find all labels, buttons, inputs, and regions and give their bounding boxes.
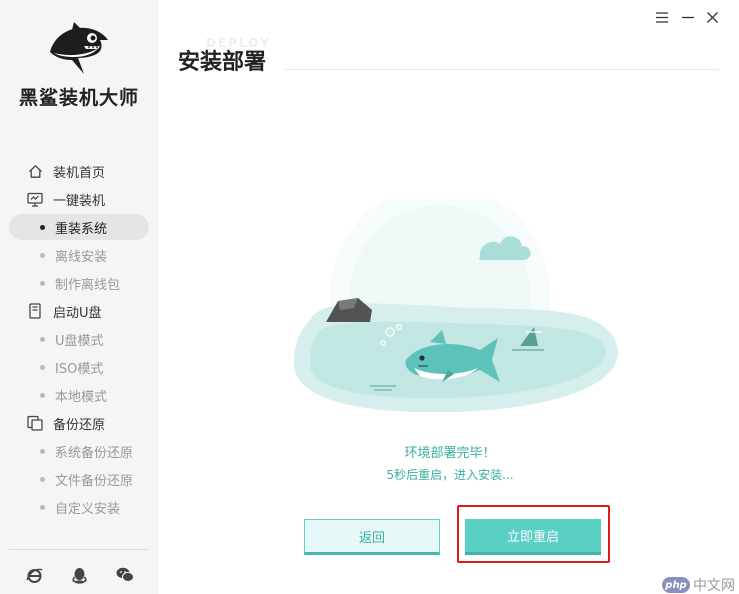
wechat-icon[interactable] [116, 566, 134, 584]
sidebar-item-label: 离线安装 [55, 249, 108, 265]
sidebar-item-label: 文件备份还原 [55, 473, 134, 489]
sidebar-item-label: ISO模式 [55, 361, 104, 377]
sidebar-subitem-sys-backup[interactable]: 系统备份还原 [9, 438, 149, 464]
bullet-icon [40, 476, 45, 482]
bullet-icon [40, 364, 45, 370]
sidebar-subitem-usb-mode[interactable]: U盘模式 [9, 326, 149, 352]
sidebar-item-backup-restore[interactable]: 备份还原 [9, 410, 149, 436]
backup-icon [27, 415, 43, 431]
bullet-icon [40, 252, 45, 258]
sidebar-item-label: 重装系统 [55, 221, 108, 237]
sidebar-item-label: 一键装机 [53, 193, 106, 209]
php-badge: php [662, 577, 690, 593]
sidebar-subitem-local-mode[interactable]: 本地模式 [9, 382, 149, 408]
sidebar-item-label: 启动U盘 [53, 305, 102, 321]
monitor-icon [27, 191, 43, 207]
sidebar-item-label: 制作离线包 [55, 277, 121, 293]
sidebar-subitem-iso-mode[interactable]: ISO模式 [9, 354, 149, 380]
status-message: 环境部署完毕！ [404, 446, 496, 461]
page-title: 安装部署 [178, 50, 267, 75]
sidebar-item-label: U盘模式 [55, 333, 104, 349]
bullet-icon [40, 280, 45, 286]
home-icon [27, 163, 43, 179]
sidebar-item-label: 自定义安装 [55, 501, 121, 517]
sidebar: 黑鲨装机大师 装机首页 一键装机 重装系统 离线安装 制作离线包 启动U盘 U盘… [0, 0, 158, 594]
bullet-icon [40, 504, 45, 510]
sidebar-item-home[interactable]: 装机首页 [9, 158, 149, 184]
countdown-message: 5秒后重启，进入安装... [386, 468, 514, 482]
watermark-text: 中文网 [693, 578, 735, 594]
ie-browser-icon[interactable] [25, 566, 43, 584]
bullet-icon [40, 392, 45, 398]
black-shark-logo [50, 22, 108, 75]
bullet-icon [40, 224, 45, 230]
minimize-icon[interactable] [681, 10, 695, 24]
sidebar-item-label: 本地模式 [55, 389, 108, 405]
sidebar-item-boot-usb[interactable]: 启动U盘 [9, 298, 149, 324]
usb-drive-icon [27, 303, 43, 319]
site-watermark: php 中文网 [662, 575, 735, 594]
sidebar-item-label: 系统备份还原 [55, 445, 134, 461]
sidebar-subitem-file-backup[interactable]: 文件备份还原 [9, 466, 149, 492]
close-icon[interactable] [705, 10, 719, 24]
bullet-icon [40, 336, 45, 342]
brand-name: 黑鲨装机大师 [18, 87, 139, 109]
sidebar-item-label: 装机首页 [53, 165, 106, 181]
sidebar-divider [9, 549, 149, 550]
reboot-now-button[interactable]: 立即重启 [465, 519, 601, 555]
sidebar-item-one-click[interactable]: 一键装机 [9, 186, 149, 212]
back-button[interactable]: 返回 [304, 519, 440, 555]
sidebar-subitem-custom-install[interactable]: 自定义安装 [9, 494, 149, 520]
sidebar-item-label: 备份还原 [53, 417, 106, 433]
bullet-icon [40, 448, 45, 454]
menu-icon[interactable] [655, 10, 669, 24]
sidebar-subitem-offline-install[interactable]: 离线安装 [9, 242, 149, 268]
shark-illustration [293, 200, 619, 413]
sidebar-subitem-reinstall[interactable]: 重装系统 [9, 214, 149, 240]
title-divider [285, 69, 719, 70]
sidebar-subitem-make-offline[interactable]: 制作离线包 [9, 270, 149, 296]
qq-icon[interactable] [70, 566, 88, 584]
